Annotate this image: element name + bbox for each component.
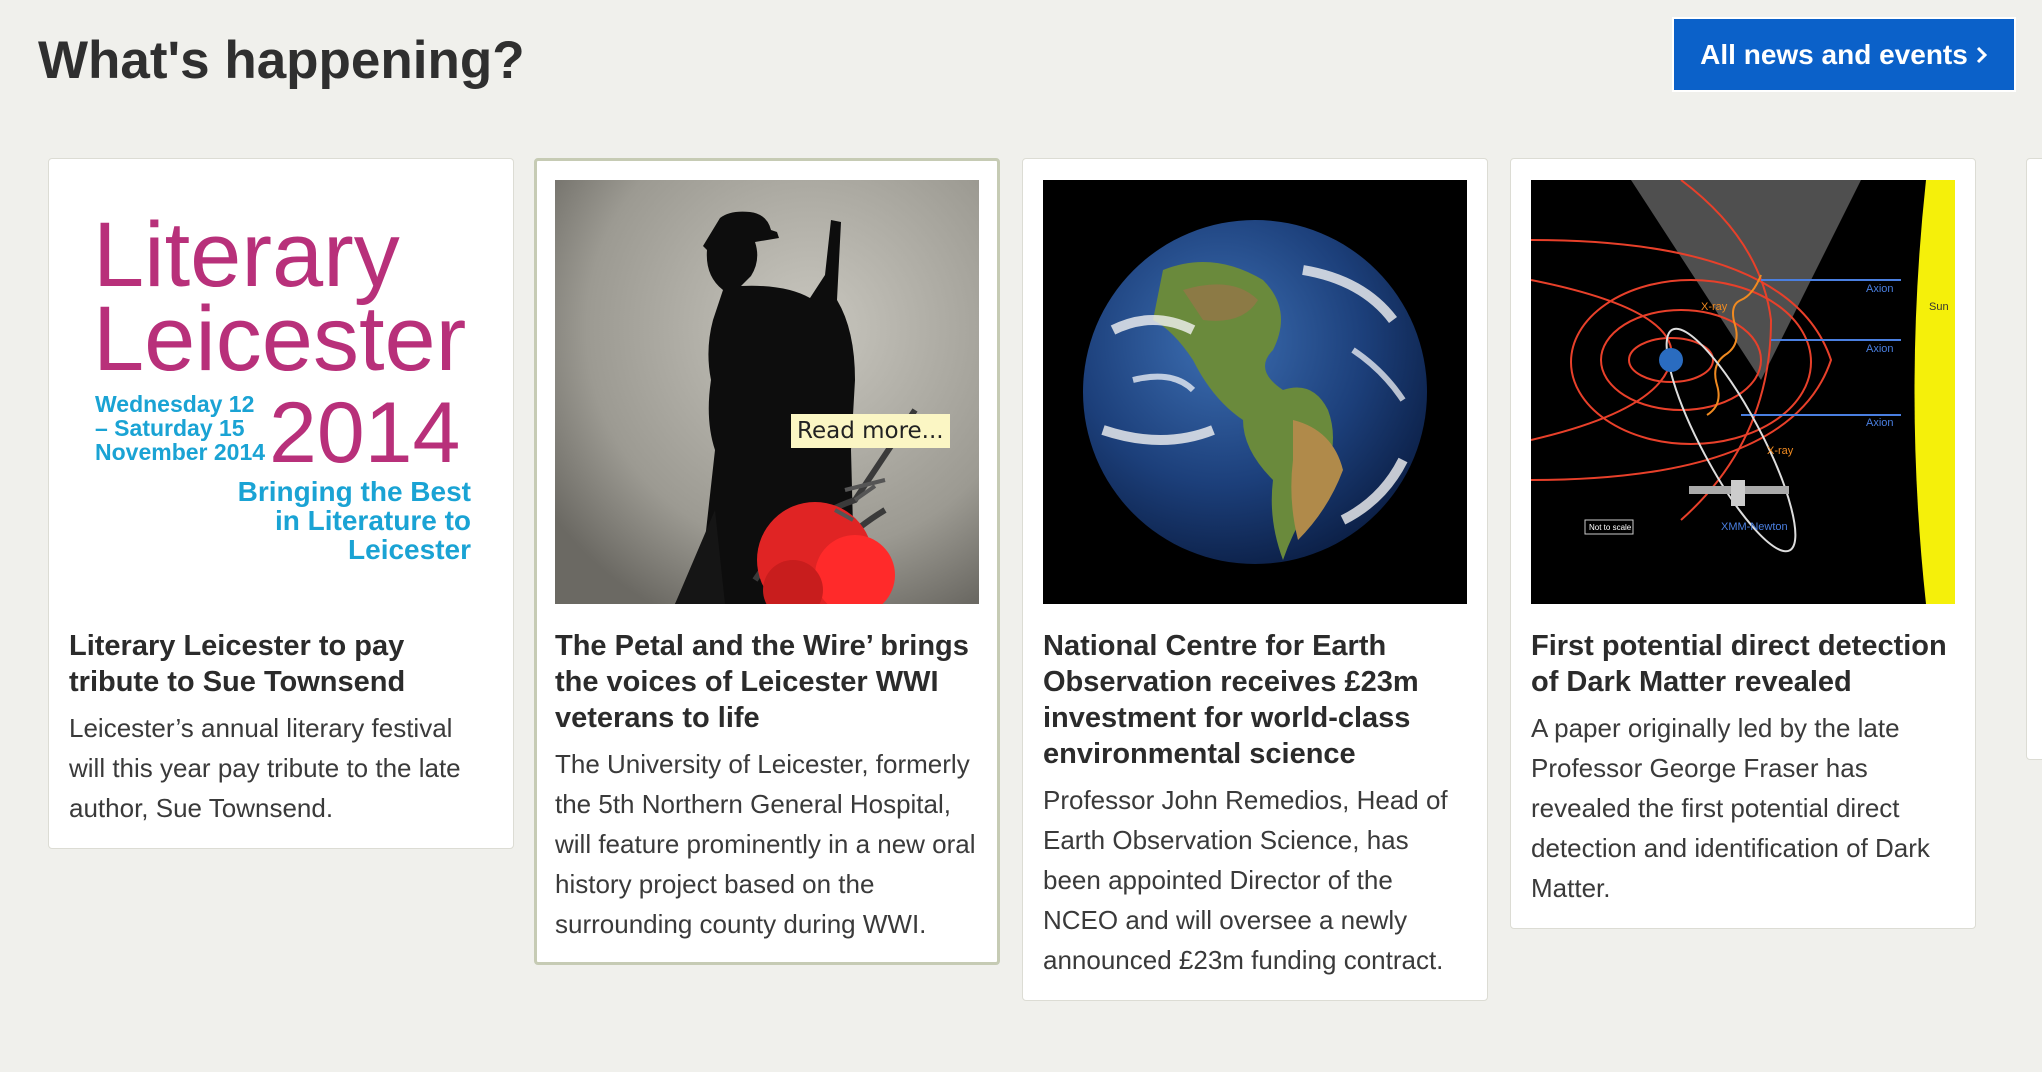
label-not-to-scale: Not to scale <box>1589 523 1632 532</box>
news-card-dark-matter[interactable]: X-ray Axion Axion Axion Sun X-ray XMM-Ne… <box>1510 158 1976 929</box>
soldier-poppy-illustration <box>555 180 979 604</box>
chevron-right-icon <box>1976 46 1987 63</box>
all-news-label: All news and events <box>1700 38 1968 70</box>
label-xmm-newton: XMM-Newton <box>1721 521 1788 533</box>
card-title[interactable]: First potential direct detection of Dark… <box>1531 628 1955 700</box>
logo-tagline-2: in Literature to <box>275 505 471 536</box>
page-title: What's happening? <box>38 31 525 90</box>
logo-tagline-3: Leicester <box>348 534 471 565</box>
logo-date-3: November 2014 <box>95 439 265 465</box>
logo-year: 2014 <box>269 385 460 481</box>
soldier-silhouette-image: Read more... <box>555 180 979 604</box>
label-xray-2: X-ray <box>1767 445 1794 457</box>
label-axion-2: Axion <box>1866 343 1894 355</box>
logo-line-leicester: Leicester <box>93 288 466 390</box>
earth-globe-image <box>1043 180 1467 604</box>
card-title[interactable]: Literary Leicester to pay tribute to Sue… <box>69 628 493 700</box>
label-xray-1: X-ray <box>1701 301 1728 313</box>
label-axion-1: Axion <box>1866 283 1894 295</box>
card-summary: Leicester’s annual literary festival wil… <box>69 713 461 823</box>
logo-tagline-1: Bringing the Best <box>238 476 471 507</box>
card-summary: The University of Leicester, formerly th… <box>555 749 976 939</box>
read-more-tooltip[interactable]: Read more... <box>791 414 950 448</box>
news-card-nceo[interactable]: National Centre for Earth Observation re… <box>1022 158 1488 1001</box>
all-news-and-events-button[interactable]: All news and events <box>1672 17 2016 92</box>
card-title[interactable]: The Petal and the Wire’ brings the voice… <box>555 628 979 736</box>
news-card-literary-leicester[interactable]: Literary Leicester Wednesday 12 – Saturd… <box>48 158 514 849</box>
logo-date-1: Wednesday 12 <box>95 391 254 417</box>
literary-leicester-logo: Literary Leicester Wednesday 12 – Saturd… <box>69 180 493 604</box>
card-summary: Professor John Remedios, Head of Earth O… <box>1043 785 1448 975</box>
label-sun: Sun <box>1929 301 1949 313</box>
axion-diagram-image: X-ray Axion Axion Axion Sun X-ray XMM-Ne… <box>1531 180 1955 604</box>
card-summary: A paper originally led by the late Profe… <box>1531 713 1930 903</box>
news-card-petal-and-wire[interactable]: Read more... The Petal and the Wire’ bri… <box>534 158 1000 965</box>
next-card-edge[interactable] <box>2026 158 2042 760</box>
card-title[interactable]: National Centre for Earth Observation re… <box>1043 628 1467 772</box>
logo-date-2: – Saturday 15 <box>95 415 245 441</box>
label-axion-3: Axion <box>1866 417 1894 429</box>
